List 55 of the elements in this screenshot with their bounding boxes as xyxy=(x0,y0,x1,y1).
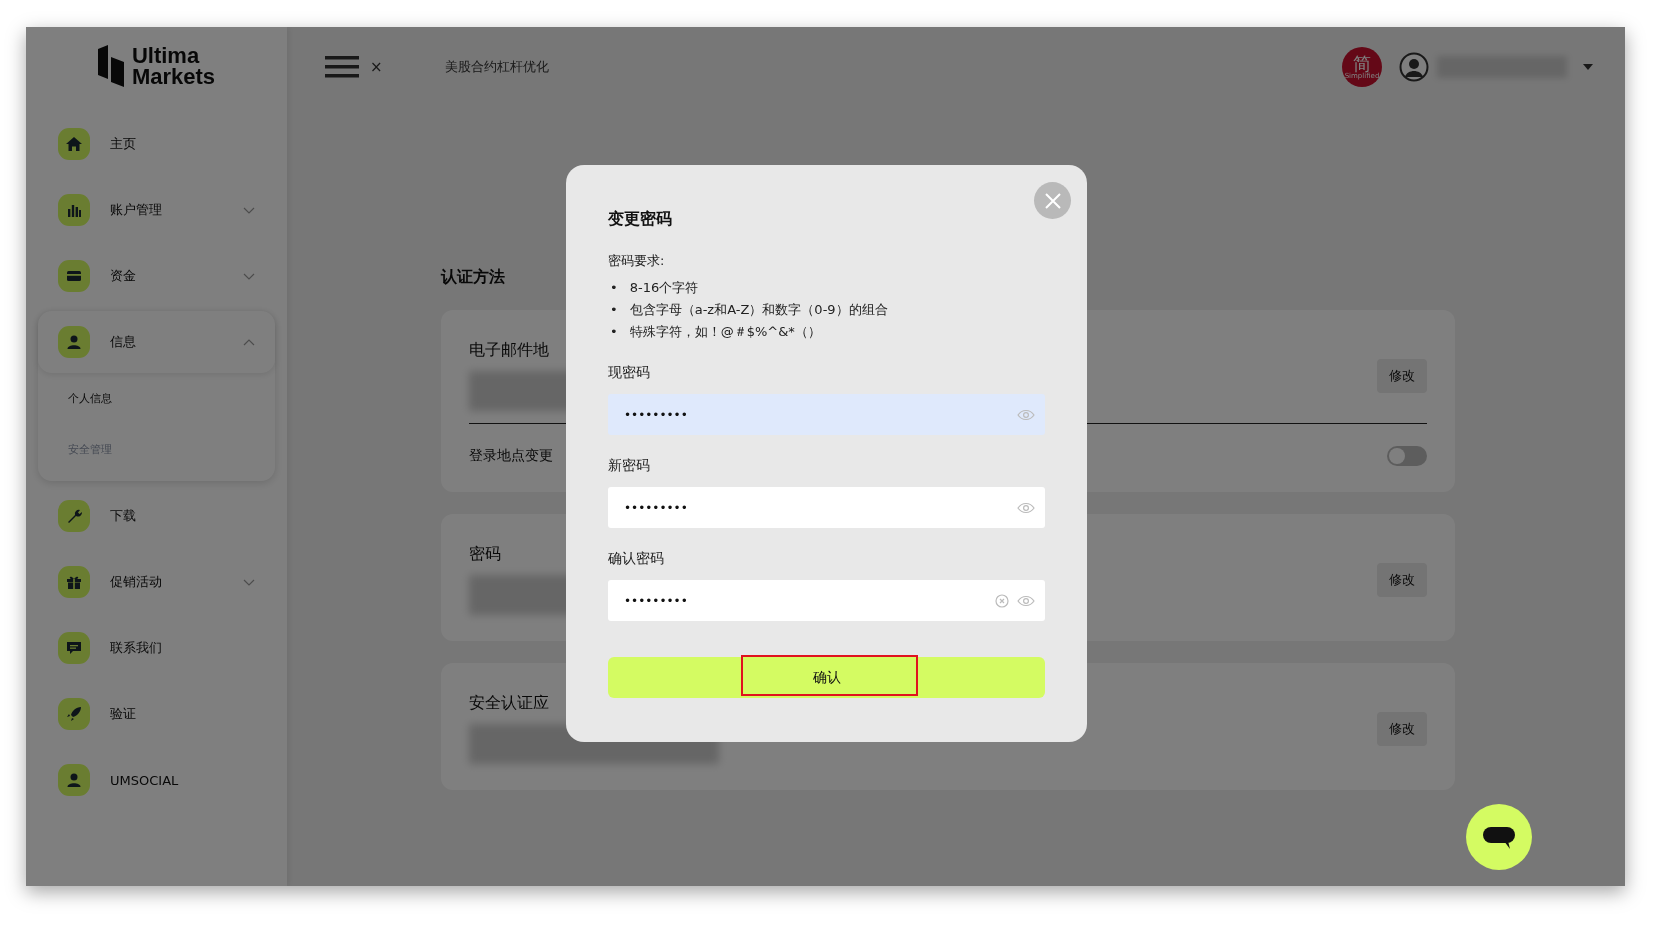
sidebar-item[interactable]: 下载 xyxy=(38,485,275,547)
card-title: 密码 xyxy=(469,544,501,565)
edit-button[interactable]: 修改 xyxy=(1377,358,1427,393)
nav-icon xyxy=(58,128,90,160)
bullet: • xyxy=(610,323,618,341)
menu-icon[interactable] xyxy=(325,55,359,79)
close-icon[interactable] xyxy=(1034,182,1071,219)
nav-icon xyxy=(58,500,90,532)
close-button[interactable]: × xyxy=(370,58,383,76)
requirement-item: 包含字母（a-z和A-Z）和数字（0-9）的组合 xyxy=(629,301,888,319)
edit-button[interactable]: 修改 xyxy=(1377,562,1427,597)
edit-button[interactable]: 修改 xyxy=(1377,711,1427,746)
eye-icon[interactable] xyxy=(1017,594,1035,607)
page-title: 美股合约杠杆优化 xyxy=(444,58,549,76)
requirement-item: 8-16个字符 xyxy=(629,279,699,297)
sidebar-item[interactable]: 联系我们 xyxy=(38,617,275,679)
requirement-item: 特殊字符，如！@＃$%^&*（） xyxy=(629,323,821,341)
field-label: 现密码 xyxy=(608,364,651,382)
confirm-button[interactable]: 确认 xyxy=(608,657,1045,698)
clear-icon[interactable] xyxy=(995,593,1009,608)
password-field[interactable]: ••••••••• xyxy=(608,580,1045,621)
toggle-label: 登录地点变更 xyxy=(469,447,553,465)
nav-icon xyxy=(58,260,90,292)
section-title: 认证方法 xyxy=(441,267,505,288)
sidebar-item[interactable]: 账户管理 xyxy=(38,179,275,241)
sidebar-item[interactable]: 资金 xyxy=(38,245,275,307)
logo-mark-icon xyxy=(97,45,124,87)
sidebar-item[interactable]: 验证 xyxy=(38,683,275,745)
sidebar-subitem[interactable]: 个人信息 xyxy=(38,373,275,424)
bullet: • xyxy=(610,279,618,297)
nav-icon xyxy=(58,326,90,358)
card-title: 电子邮件地 xyxy=(469,340,549,361)
sidebar-item[interactable]: UMSOCIAL xyxy=(38,749,275,811)
sidebar-item[interactable]: 信息 xyxy=(38,311,275,373)
nav-icon xyxy=(58,632,90,664)
dropdown-caret-icon[interactable] xyxy=(1583,64,1593,70)
bullet: • xyxy=(610,301,618,319)
password-field[interactable]: ••••••••• xyxy=(608,487,1045,528)
avatar-icon[interactable] xyxy=(1399,52,1429,82)
dialog-title: 变更密码 xyxy=(608,209,673,230)
field-label: 新密码 xyxy=(608,457,651,475)
sidebar-item[interactable]: 主页 xyxy=(38,113,275,175)
eye-icon[interactable] xyxy=(1017,501,1035,514)
card-title: 安全认证应 xyxy=(469,693,549,714)
nav-icon xyxy=(58,698,90,730)
password-field[interactable]: ••••••••• xyxy=(608,394,1045,435)
field-label: 确认密码 xyxy=(608,550,665,568)
toggle-switch[interactable] xyxy=(1387,446,1427,466)
nav-icon xyxy=(58,566,90,598)
nav-icon xyxy=(58,194,90,226)
sidebar-item[interactable]: 促销活动 xyxy=(38,551,275,613)
nav-icon xyxy=(58,764,90,796)
logo-wordmark: Ultima Markets xyxy=(131,45,216,87)
eye-icon[interactable] xyxy=(1017,408,1035,421)
requirements-heading: 密码要求: xyxy=(608,252,666,270)
